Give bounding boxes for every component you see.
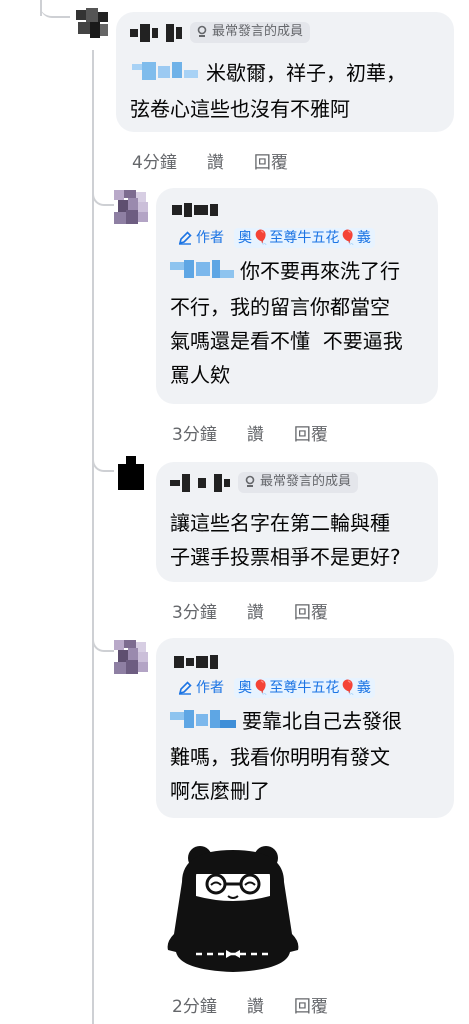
comment-actions: 3分鐘 讚 回覆: [172, 420, 328, 445]
comment-actions: 3分鐘 讚 回覆: [172, 598, 328, 623]
author-label: 作者: [196, 680, 224, 696]
like-button[interactable]: 讚: [247, 598, 264, 623]
comment-actions: 4分鐘 讚 回覆: [132, 148, 288, 173]
bear-sticker[interactable]: [160, 842, 306, 978]
avatar[interactable]: [114, 456, 148, 490]
comment-line-3: 啊怎麼刪了: [170, 778, 270, 803]
comment-actions: 2分鐘 讚 回覆: [172, 992, 328, 1017]
avatar[interactable]: [76, 8, 108, 40]
badge-label: 最常發言的成員: [260, 474, 352, 489]
commenter-name-row: 最常發言的成員: [170, 472, 359, 493]
reply-connector-3: [92, 628, 114, 652]
timestamp[interactable]: 2分鐘: [172, 992, 217, 1017]
comment-line-1: 要靠北自己去發很: [242, 709, 402, 733]
badge-icon: [197, 25, 207, 37]
reply-button[interactable]: 回覆: [294, 598, 328, 623]
author-badge[interactable]: 作者: [178, 678, 224, 698]
commenter-name[interactable]: [130, 23, 182, 43]
comment-line-3: 氣嗎還是看不懂 不要逼我: [170, 328, 403, 353]
user-flair[interactable]: 奧🎈至尊牛五花🎈義: [234, 228, 375, 248]
timestamp[interactable]: 4分鐘: [132, 148, 177, 173]
comment-line-4: 罵人欸: [170, 362, 230, 387]
pencil-icon: [178, 681, 192, 695]
mention-tag[interactable]: [170, 706, 236, 740]
avatar[interactable]: [114, 190, 148, 224]
like-button[interactable]: 讚: [207, 148, 224, 173]
reply-button[interactable]: 回覆: [254, 148, 288, 173]
author-label: 作者: [196, 230, 224, 246]
author-row: 作者 奧🎈至尊牛五花🎈義: [178, 678, 375, 698]
avatar[interactable]: [114, 640, 148, 674]
author-badge[interactable]: 作者: [178, 228, 224, 248]
timestamp[interactable]: 3分鐘: [172, 420, 217, 445]
comment-text: 米歇爾，祥子，初華， 弦卷心這些也沒有不雅阿: [130, 56, 406, 126]
author-row: 作者 奧🎈至尊牛五花🎈義: [178, 228, 375, 248]
top-member-badge[interactable]: 最常發言的成員: [190, 22, 311, 43]
comment-line-1: 你不要再來洗了行: [240, 259, 400, 283]
comment-line-2: 弦卷心這些也沒有不雅阿: [130, 96, 350, 121]
top-member-badge[interactable]: 最常發言的成員: [238, 472, 359, 493]
comment-line-1: 讓這些名字在第二輪與種: [170, 511, 390, 535]
badge-label: 最常發言的成員: [212, 24, 304, 39]
commenter-name[interactable]: [172, 200, 218, 220]
reply-button[interactable]: 回覆: [294, 992, 328, 1017]
reply-connector-2: [92, 448, 114, 472]
badge-icon: [245, 475, 255, 487]
user-flair[interactable]: 奧🎈至尊牛五花🎈義: [234, 678, 375, 698]
comment-text: 要靠北自己去發很 難嗎，我看你明明有發文 啊怎麼刪了: [170, 704, 402, 808]
mention-tag[interactable]: [130, 58, 200, 92]
comment-text: 你不要再來洗了行 不行，我的留言你都當空 氣嗎還是看不懂 不要逼我 罵人欸: [170, 254, 403, 392]
pencil-icon: [178, 231, 192, 245]
like-button[interactable]: 讚: [247, 992, 264, 1017]
commenter-name[interactable]: [170, 473, 230, 493]
timestamp[interactable]: 3分鐘: [172, 598, 217, 623]
comment-line-2: 子選手投票相爭不是更好?: [170, 545, 401, 569]
commenter-name[interactable]: [174, 652, 218, 672]
reply-connector-1: [92, 180, 114, 206]
commenter-name-row: 最常發言的成員: [130, 22, 311, 43]
thread-connector: [40, 0, 70, 18]
comment-line-2: 不行，我的留言你都當空: [170, 294, 390, 319]
comment-line-2: 難嗎，我看你明明有發文: [170, 744, 390, 769]
mention-tag[interactable]: [170, 256, 234, 290]
comment-text: 讓這些名字在第二輪與種 子選手投票相爭不是更好?: [170, 506, 401, 574]
comment-line-1: 米歇爾，祥子，初華，: [206, 61, 406, 85]
reply-button[interactable]: 回覆: [294, 420, 328, 445]
like-button[interactable]: 讚: [247, 420, 264, 445]
